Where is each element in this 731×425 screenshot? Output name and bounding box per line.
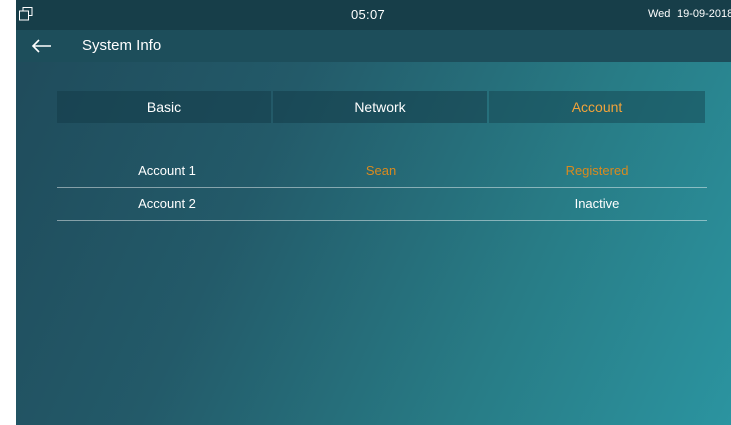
table-row: Account 1 Sean Registered [57, 155, 707, 188]
account-name: Account 1 [138, 163, 196, 178]
account-status: Registered [565, 163, 629, 178]
arrow-left-icon[interactable] [30, 35, 54, 57]
tab-basic[interactable]: Basic [57, 91, 271, 123]
status-day: Wed [648, 8, 671, 20]
account-name: Account 2 [138, 196, 196, 211]
account-user: Sean [365, 163, 397, 178]
tab-account[interactable]: Account [489, 91, 705, 123]
status-bar: 05:07 Wed 19-09-2018 [16, 0, 731, 30]
status-date: 19-09-2018 [677, 8, 731, 20]
status-time: 05:07 [351, 7, 386, 22]
tab-network[interactable]: Network [273, 91, 487, 123]
account-table: Account 1 Sean Registered Account 2 Inac… [57, 155, 707, 221]
tab-bar: Basic Network Account [57, 91, 705, 123]
account-user [273, 188, 489, 220]
table-row: Account 2 Inactive [57, 188, 707, 221]
window-icon [19, 7, 33, 21]
title-bar: System Info [16, 30, 731, 62]
screen: 05:07 Wed 19-09-2018 System Info Basic N… [16, 0, 731, 425]
account-status: Inactive [574, 196, 620, 211]
page-title: System Info [82, 37, 162, 54]
